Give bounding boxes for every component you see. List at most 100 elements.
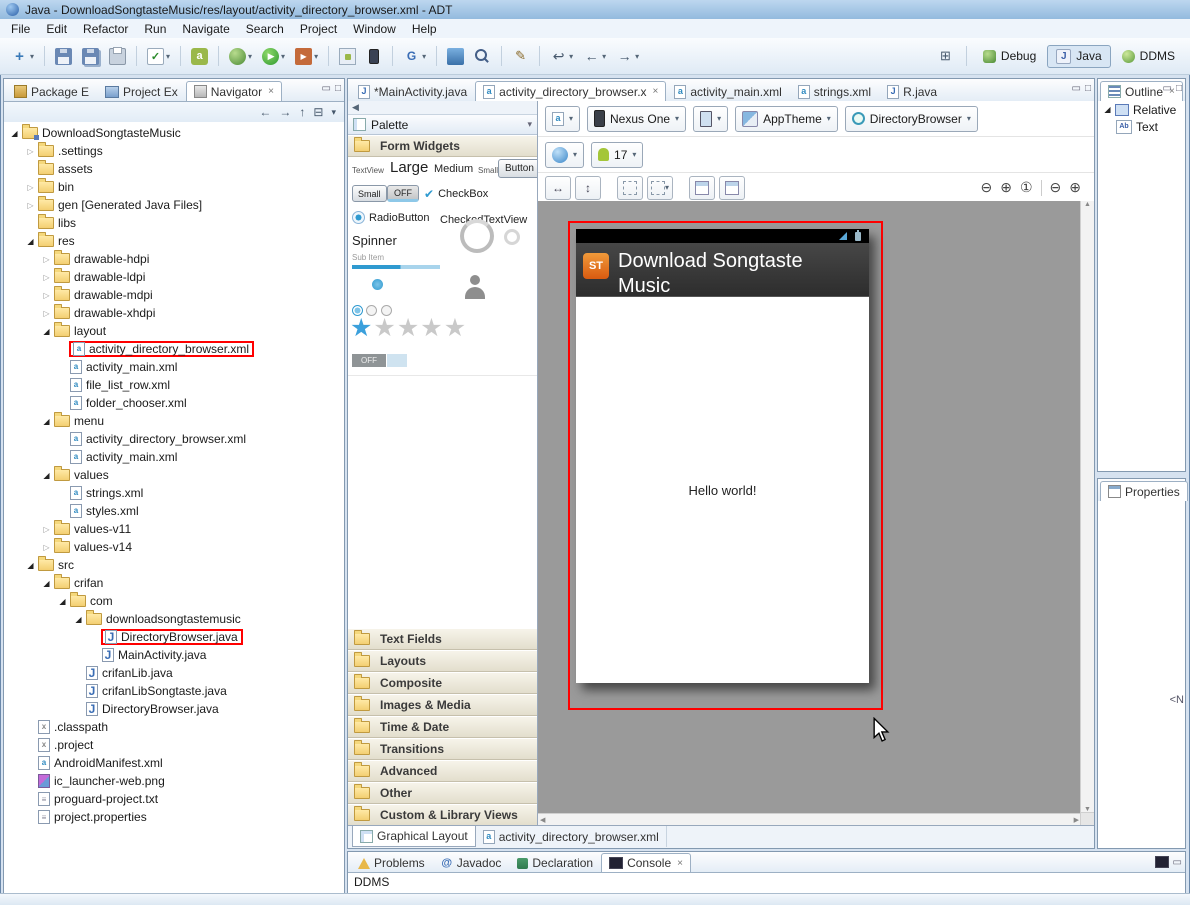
perspective-button-ddms[interactable]: DDMS: [1113, 45, 1184, 67]
scroll-right-icon[interactable]: ▶: [1074, 816, 1079, 824]
editor-bottom-tab-activity-directory-browser-xml[interactable]: activity_directory_browser.xml: [476, 826, 667, 847]
new-wizard-button[interactable]: + ▾: [7, 43, 38, 69]
open-console-icon[interactable]: [1154, 856, 1169, 868]
menu-navigate[interactable]: Navigate: [174, 20, 237, 38]
tree-item-menu[interactable]: ◢ menu: [4, 412, 344, 430]
outline-item-relative[interactable]: ◢ Relative: [1098, 101, 1185, 118]
scroll-up-icon[interactable]: ▲: [1084, 201, 1091, 208]
tree-item-values-v14[interactable]: ▷ values-v14: [4, 538, 344, 556]
tree-item-settings[interactable]: ▷ .settings: [4, 142, 344, 160]
snap-options-button[interactable]: ▾: [647, 175, 673, 200]
palette-item-checkbox[interactable]: ✔ CheckBox: [424, 187, 488, 201]
palette-item-textview-medium[interactable]: Medium: [434, 163, 473, 175]
tree-item-drawable-xhdpi[interactable]: ▷ drawable-xhdpi: [4, 304, 344, 322]
perspective-button-java[interactable]: J Java: [1047, 44, 1111, 68]
expand-vertical-button[interactable]: ↕: [575, 175, 601, 200]
palette-item-textview-small[interactable]: Small: [478, 166, 498, 175]
console-tab-declaration[interactable]: Declaration: [509, 853, 601, 872]
chevron-down-icon[interactable]: ▾: [527, 119, 532, 130]
theme-combo[interactable]: AppTheme ▾: [735, 105, 838, 132]
palette-section-time-date[interactable]: Time & Date: [348, 716, 537, 738]
tree-item-activity-directory-browser-xml[interactable]: activity_directory_browser.xml: [4, 340, 344, 358]
menu-window[interactable]: Window: [345, 20, 404, 38]
new-android-project-button[interactable]: a: [187, 43, 212, 69]
editor-tab-mainactivity-java[interactable]: *MainActivity.java: [350, 81, 475, 101]
console-tab-javadoc[interactable]: Javadoc: [433, 853, 510, 872]
outline-item-text[interactable]: Ab Text: [1098, 118, 1185, 135]
editor-tab-r-java[interactable]: R.java: [879, 81, 945, 101]
tree-item-assets[interactable]: assets: [4, 160, 344, 178]
debug-button[interactable]: ▾: [225, 43, 256, 69]
print-button[interactable]: [105, 43, 130, 69]
minimize-icon[interactable]: ▭: [1072, 83, 1081, 94]
show-structure-button[interactable]: [689, 175, 715, 200]
last-edit-button[interactable]: ↩ ▾: [546, 43, 577, 69]
palette-sash[interactable]: ◀: [348, 101, 537, 115]
palette-item-spinner[interactable]: Spinner: [352, 233, 397, 248]
tree-item-styles-xml[interactable]: styles.xml: [4, 502, 344, 520]
canvas-area[interactable]: ST Download Songtaste Music Hello world!: [538, 201, 1094, 826]
maximize-icon[interactable]: □: [1176, 83, 1182, 94]
android-preview[interactable]: ST Download Songtaste Music Hello world!: [576, 229, 869, 683]
forward-button[interactable]: → ▾: [612, 43, 643, 69]
maximize-icon[interactable]: □: [335, 83, 341, 94]
palette-section-images-media[interactable]: Images & Media: [348, 694, 537, 716]
tree-item-ic-launcher-web-png[interactable]: ic_launcher-web.png: [4, 772, 344, 790]
vertical-scrollbar[interactable]: ▲ ▼: [1080, 201, 1094, 813]
tree-item-bin[interactable]: ▷ bin: [4, 178, 344, 196]
palette-item-togglebutton[interactable]: OFF: [387, 185, 419, 202]
open-perspective-button[interactable]: ⊞: [933, 43, 958, 69]
tree-item-file-list-row-xml[interactable]: file_list_row.xml: [4, 376, 344, 394]
palette-item-sub-item[interactable]: Sub Item: [352, 253, 384, 262]
tree-item-directorybrowser-java[interactable]: DirectoryBrowser.java: [4, 628, 344, 646]
perspective-button-debug[interactable]: Debug: [974, 45, 1045, 67]
palette-item-textview[interactable]: TextView: [352, 166, 384, 175]
tree-item-crifan[interactable]: ◢ crifan: [4, 574, 344, 592]
collapse-all-icon[interactable]: ⊟: [313, 105, 323, 119]
minimize-icon[interactable]: ▭: [1173, 857, 1182, 868]
tree-item-res[interactable]: ◢ res: [4, 232, 344, 250]
tree-item-mainactivity-java[interactable]: MainActivity.java: [4, 646, 344, 664]
tree-item-activity-directory-browser-xml[interactable]: activity_directory_browser.xml: [4, 430, 344, 448]
palette-item-button[interactable]: Button: [498, 159, 537, 178]
zoom-fit-icon[interactable]: ⊕: [1000, 179, 1012, 196]
tree-item-src[interactable]: ◢ src: [4, 556, 344, 574]
tree-item-com[interactable]: ◢ com: [4, 592, 344, 610]
palette-item-radiobutton[interactable]: RadioButton: [352, 211, 430, 224]
tree-item-directorybrowser-java[interactable]: DirectoryBrowser.java: [4, 700, 344, 718]
close-tab-icon[interactable]: ×: [268, 86, 274, 97]
show-overlay-button[interactable]: [719, 175, 745, 200]
zoom-actual-icon[interactable]: ①: [1020, 179, 1033, 196]
palette-item-textview-large[interactable]: Large: [390, 159, 428, 176]
tree-item-folder-chooser-xml[interactable]: folder_chooser.xml: [4, 394, 344, 412]
run-button[interactable]: ▶ ▾: [258, 43, 289, 69]
menu-search[interactable]: Search: [238, 20, 292, 38]
palette-section-custom-library-views[interactable]: Custom & Library Views: [348, 804, 537, 826]
external-tools-button[interactable]: ▶ ▾: [291, 43, 322, 69]
palette-section-advanced[interactable]: Advanced: [348, 760, 537, 782]
save-button[interactable]: [51, 43, 76, 69]
forward-icon[interactable]: →: [279, 105, 291, 119]
snap-to-grid-button[interactable]: [617, 175, 643, 200]
view-tab-package-e[interactable]: Package E: [6, 81, 97, 101]
palette-section-other[interactable]: Other: [348, 782, 537, 804]
tree-item-values[interactable]: ◢ values: [4, 466, 344, 484]
tree-item-drawable-hdpi[interactable]: ▷ drawable-hdpi: [4, 250, 344, 268]
tree-item-gen-generated-java-files[interactable]: ▷ gen [Generated Java Files]: [4, 196, 344, 214]
device-combo[interactable]: Nexus One ▾: [587, 105, 687, 132]
tree-item-strings-xml[interactable]: strings.xml: [4, 484, 344, 502]
view-tab-project-ex[interactable]: Project Ex: [97, 81, 186, 101]
view-menu-icon[interactable]: ▾: [331, 107, 336, 118]
tree-item-project-properties[interactable]: project.properties: [4, 808, 344, 826]
hello-world-text[interactable]: Hello world!: [689, 483, 757, 498]
zoom-plus-icon[interactable]: ⊕: [1069, 179, 1081, 196]
palette-item-ratingbar[interactable]: ★★★★★: [350, 313, 467, 343]
palette-item-progressbar-horizontal[interactable]: [352, 265, 440, 269]
palette-section-layouts[interactable]: Layouts: [348, 650, 537, 672]
collapse-left-icon[interactable]: ◀: [352, 102, 359, 113]
menu-refactor[interactable]: Refactor: [75, 20, 136, 38]
tree-item-activity-main-xml[interactable]: activity_main.xml: [4, 358, 344, 376]
tree-item-classpath[interactable]: .classpath: [4, 718, 344, 736]
menu-project[interactable]: Project: [292, 20, 345, 38]
menu-run[interactable]: Run: [136, 20, 174, 38]
